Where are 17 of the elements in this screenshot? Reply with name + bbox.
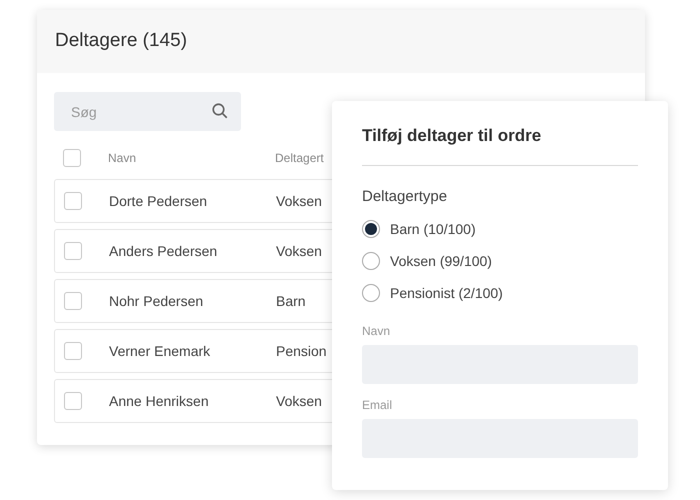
column-header: Navn xyxy=(108,150,138,167)
table-cell-text: Barn xyxy=(276,292,306,310)
card-title: Deltagere (145) xyxy=(55,29,188,54)
table-cell-text: Nohr Pedersen xyxy=(109,292,204,310)
table-cell-text: Pension xyxy=(276,342,327,360)
column-header: Deltagert xyxy=(275,150,324,167)
dialog-title: Tilføj deltager til ordre xyxy=(362,123,638,166)
table-cell-text: Anders Pedersen xyxy=(109,242,218,260)
table-cell-text: Voksen xyxy=(276,242,322,260)
table-cell-text: Dorte Pedersen xyxy=(109,192,208,210)
group-label: Deltagertype xyxy=(362,186,448,206)
field-label: Email xyxy=(362,397,394,414)
table-cell-text: Verner Enemark xyxy=(109,342,212,360)
table-cell-text: Voksen xyxy=(276,192,322,210)
field-label: Navn xyxy=(362,323,392,340)
table-cell-text: Anne Henriksen xyxy=(109,392,210,410)
table-cell-text: Voksen xyxy=(276,392,322,410)
